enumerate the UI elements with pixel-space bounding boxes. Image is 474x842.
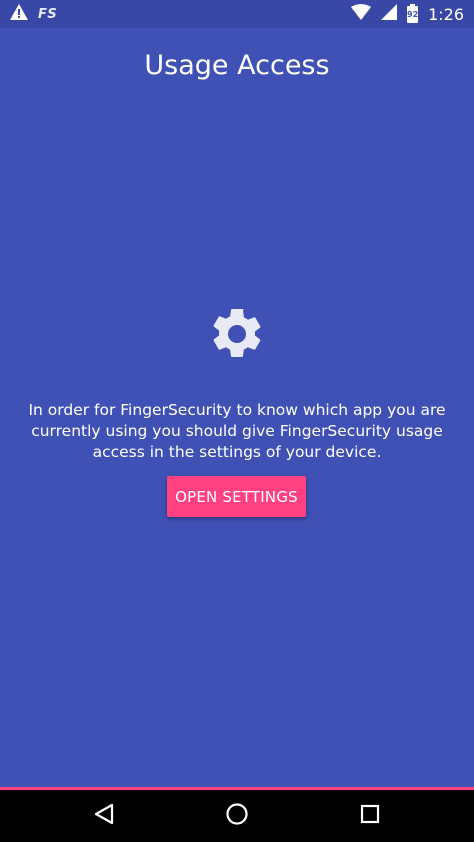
battery-level: 92 [407,9,419,19]
clock: 1:26 [428,4,464,24]
notification-app-label: FS [38,6,58,22]
status-bar-left: FS [10,3,58,25]
home-button[interactable] [207,790,267,842]
usage-access-description: In order for FingerSecurity to know whic… [28,401,446,461]
recents-icon [360,804,380,829]
status-bar-right: 92 1:26 [351,3,464,25]
back-button[interactable] [74,790,134,842]
gear-icon [207,304,267,364]
battery-icon: 92 [407,3,419,23]
status-bar: FS 92 1:26 [0,0,474,28]
navigation-bar [0,790,474,842]
wifi-icon [351,3,372,25]
back-icon [93,803,115,830]
warning-icon [10,3,28,25]
open-settings-button[interactable]: OPEN SETTINGS [167,476,306,517]
home-icon [225,802,249,831]
recents-button[interactable] [340,790,400,842]
page-title: Usage Access [144,50,330,81]
signal-icon [381,3,398,25]
